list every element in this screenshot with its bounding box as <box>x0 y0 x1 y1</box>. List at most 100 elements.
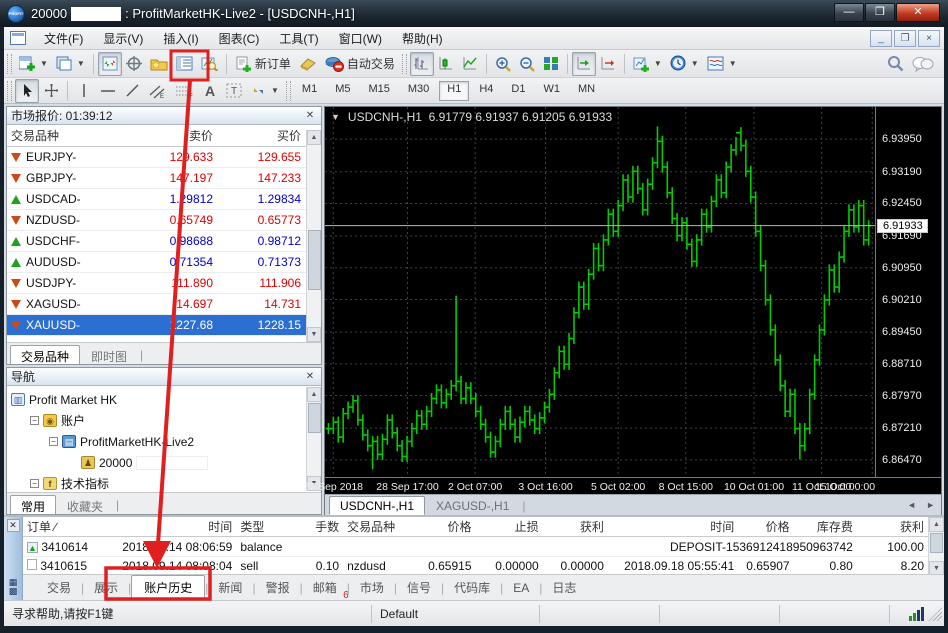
resize-grip[interactable] <box>928 607 942 621</box>
column-6[interactable]: 止损 <box>476 518 543 535</box>
chart-tab-usdcnh[interactable]: USDCNH-,H1 <box>329 496 425 515</box>
terminal-tab-8[interactable]: 代码库 <box>444 575 500 600</box>
bar-chart-button[interactable] <box>410 52 434 76</box>
scroll-up-icon[interactable]: ▲ <box>307 130 321 145</box>
chart-window[interactable]: ▼ USDCNH-,H1 6.91779 6.91937 6.91205 6.9… <box>324 106 942 516</box>
templates-menu-button[interactable]: ▼ <box>703 52 741 76</box>
terminal-tab-9[interactable]: EA <box>503 577 539 599</box>
mdi-minimize-button[interactable]: _ <box>870 30 892 47</box>
column-3[interactable]: 手数 <box>296 518 343 535</box>
column-9[interactable]: 价格 <box>738 518 793 535</box>
vertical-line-button[interactable] <box>72 79 96 103</box>
indicators-menu-button[interactable]: ▼ <box>629 52 666 76</box>
tree-item-account[interactable]: ♟20000 <box>11 452 321 473</box>
column-11[interactable]: 获利 <box>857 518 928 535</box>
timeframe-d1[interactable]: D1 <box>503 81 533 101</box>
terminal-tab-3[interactable]: 新闻 <box>208 575 252 600</box>
tree-item-indicator-f[interactable]: −f技术指标 <box>11 473 321 494</box>
minimize-button[interactable]: — <box>834 3 864 22</box>
column-bid[interactable]: 卖价 <box>119 127 219 144</box>
text-button[interactable]: A <box>198 79 222 103</box>
status-profile[interactable]: Default <box>372 605 540 623</box>
new-order-button[interactable]: 新订单 <box>231 52 295 76</box>
market-watch-row[interactable]: AUDUSD-0.713540.71373 <box>7 252 321 273</box>
horizontal-line-button[interactable] <box>96 79 120 103</box>
market-watch-row[interactable]: USDCHF-0.986880.98712 <box>7 231 321 252</box>
strategy-tester-toggle[interactable] <box>197 52 222 76</box>
toolbar-grip[interactable] <box>7 81 12 101</box>
zoom-in-button[interactable] <box>491 52 515 76</box>
navigator-scrollbar[interactable]: ▲ ▼ <box>306 387 321 491</box>
close-icon[interactable]: ✕ <box>303 370 317 384</box>
navigator-titlebar[interactable]: 导航 ✕ <box>7 368 321 386</box>
history-row[interactable]: ▲ 34106142018.09.14 08:06:59balanceDEPOS… <box>23 537 928 557</box>
zoom-out-button[interactable] <box>515 52 539 76</box>
chart-window-icon[interactable] <box>10 31 26 45</box>
column-1[interactable]: 时间 <box>114 518 236 535</box>
terminal-scrollbar[interactable]: ▲ ▼ <box>928 517 944 576</box>
column-4[interactable]: 交易品种 <box>343 518 414 535</box>
terminal-tab-4[interactable]: 警报 <box>256 575 300 600</box>
collapse-icon[interactable]: − <box>30 416 39 425</box>
time-axis[interactable]: 27 Sep 201828 Sep 17:002 Oct 07:003 Oct … <box>325 477 941 494</box>
column-5[interactable]: 价格 <box>414 518 475 535</box>
market-watch-row[interactable]: USDJPY-111.890111.906 <box>7 273 321 294</box>
close-icon[interactable]: ✕ <box>303 109 317 123</box>
timeframe-m15[interactable]: M15 <box>360 81 397 101</box>
tree-item-server[interactable]: −▤ProfitMarketHK-Live2 <box>11 431 321 452</box>
line-chart-button[interactable] <box>458 52 482 76</box>
cursor-button[interactable] <box>15 79 39 103</box>
crosshair-button[interactable] <box>39 79 63 103</box>
timeframe-w1[interactable]: W1 <box>535 81 568 101</box>
history-row[interactable]: 34106152018.09.14 08:08:04sell0.10nzdusd… <box>23 557 928 575</box>
column-symbol[interactable]: 交易品种 <box>7 127 119 144</box>
timeframe-m30[interactable]: M30 <box>400 81 437 101</box>
column-ask[interactable]: 买价 <box>219 127 305 144</box>
auto-scroll-toggle[interactable] <box>572 52 596 76</box>
mdi-restore-button[interactable]: ❐ <box>894 30 916 47</box>
scroll-up-icon[interactable]: ▲ <box>929 517 944 532</box>
periods-menu-button[interactable]: ▼ <box>666 52 703 76</box>
tree-item-accounts[interactable]: −◉账户 <box>11 410 321 431</box>
menu-窗[interactable]: 窗口(W) <box>329 27 392 50</box>
tab-common[interactable]: 常用 <box>10 495 56 514</box>
menu-文[interactable]: 文件(F) <box>34 27 93 50</box>
title-bar[interactable]: PROFIT 20000 : ProfitMarketHK-Live2 - [U… <box>0 0 948 27</box>
column-10[interactable]: 库存费 <box>794 518 857 535</box>
tab-tick-chart[interactable]: 即时图 <box>80 345 138 364</box>
terminal-tab-10[interactable]: 日志 <box>542 575 586 600</box>
candlestick-button[interactable] <box>434 52 458 76</box>
mdi-close-button[interactable]: × <box>918 30 940 47</box>
timeframe-h4[interactable]: H4 <box>471 81 501 101</box>
candlestick-chart[interactable] <box>325 107 875 480</box>
timeframe-m1[interactable]: M1 <box>294 81 325 101</box>
equidistant-channel-button[interactable]: E <box>144 79 170 103</box>
menu-插[interactable]: 插入(I) <box>153 27 208 50</box>
toolbar-grip[interactable] <box>402 54 407 74</box>
market-watch-toggle[interactable] <box>98 52 122 76</box>
column-8[interactable]: 时间 <box>608 518 738 535</box>
tabs-scroll-right-icon[interactable]: ► <box>926 500 935 510</box>
timeframe-m5[interactable]: M5 <box>327 81 358 101</box>
menu-工[interactable]: 工具(T) <box>269 27 328 50</box>
autotrading-button[interactable]: 自动交易 <box>321 52 399 76</box>
terminal-tab-1[interactable]: 展示 <box>84 575 128 600</box>
terminal-tab-0[interactable]: 交易 <box>37 575 81 600</box>
tree-item-mt-logo[interactable]: ▥Profit Market HK <box>11 389 321 410</box>
connection-status-icon[interactable] <box>909 607 924 621</box>
market-watch-row[interactable]: XAGUSD-14.69714.731 <box>7 294 321 315</box>
chart-tab-xagusd[interactable]: XAGUSD-,H1 <box>425 496 520 515</box>
chart-shift-toggle[interactable] <box>596 52 620 76</box>
menu-图[interactable]: 图表(C) <box>209 27 270 50</box>
menu-帮[interactable]: 帮助(H) <box>392 27 453 50</box>
column-2[interactable]: 类型 <box>236 518 295 535</box>
text-label-button[interactable]: T <box>222 79 247 103</box>
new-chart-button[interactable]: ▼ <box>15 52 52 76</box>
column-0[interactable]: 订单 ∕ <box>23 518 114 535</box>
chevron-down-icon[interactable]: ▼ <box>331 112 340 122</box>
fibonacci-button[interactable]: F <box>170 79 198 103</box>
tile-windows-button[interactable] <box>539 52 563 76</box>
menu-显[interactable]: 显示(V) <box>93 27 153 50</box>
restore-button[interactable]: ❐ <box>865 3 895 22</box>
terminal-tab-7[interactable]: 信号 <box>397 575 441 600</box>
